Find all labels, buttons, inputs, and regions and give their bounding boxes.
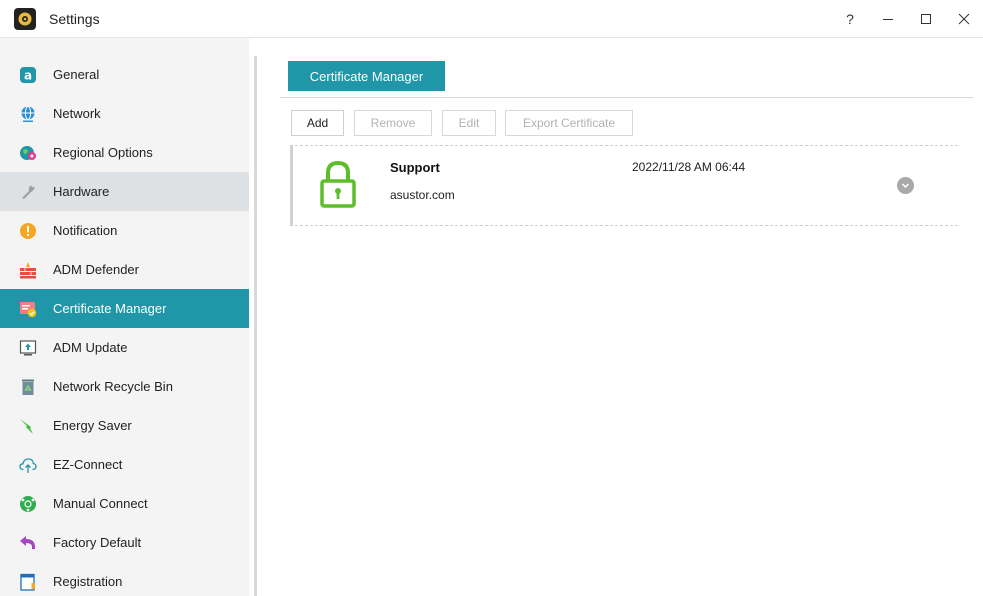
maximize-button[interactable] [907,4,945,34]
sidebar-item-label: Factory Default [53,535,142,550]
sidebar-item-label: Notification [53,223,118,238]
export-certificate-button[interactable]: Export Certificate [505,110,633,136]
sidebar-item-label: Energy Saver [53,418,132,433]
sidebar-item-regional-options[interactable]: Regional Options [0,133,249,172]
row-accent-bar [290,146,293,225]
sidebar-item-factory-default[interactable]: Factory Default [0,523,249,562]
sidebar-item-ez-connect[interactable]: EZ-Connect [0,445,249,484]
close-button[interactable] [945,4,983,34]
svg-text:a: a [24,68,32,82]
remove-button[interactable]: Remove [354,110,432,136]
add-button[interactable]: Add [291,110,344,136]
certificate-domain: asustor.com [390,188,455,202]
wrench-icon [19,183,37,201]
globe-icon [19,105,37,123]
sidebar-scrollbar[interactable] [254,56,257,596]
connect-icon [19,495,37,513]
tab-underline [280,97,973,98]
sidebar-item-manual-connect[interactable]: Manual Connect [0,484,249,523]
window-controls: ? [831,0,983,38]
sidebar-item-label: ADM Defender [53,262,139,277]
maximize-icon [921,14,931,24]
sidebar-item-network-recycle-bin[interactable]: Network Recycle Bin [0,367,249,406]
chevron-down-icon [901,183,910,189]
settings-sidebar: a General Network Regional Options Hardw… [0,38,249,596]
sidebar-item-label: ADM Update [53,340,128,355]
sidebar-item-adm-defender[interactable]: ADM Defender [0,250,249,289]
edit-button[interactable]: Edit [442,110,496,136]
sidebar-item-hardware[interactable]: Hardware [0,172,249,211]
certificate-icon [19,300,37,318]
sidebar-item-label: Manual Connect [53,496,148,511]
sidebar-item-general[interactable]: a General [0,55,249,94]
expand-button[interactable] [897,177,914,194]
exclamation-icon [19,222,37,240]
certificate-date: 2022/11/28 AM 06:44 [632,160,746,174]
close-icon [958,13,970,25]
regional-globe-icon [19,144,37,162]
undo-arrow-icon [19,534,37,552]
sidebar-item-label: General [53,67,100,82]
help-icon: ? [846,11,854,27]
sidebar-item-registration[interactable]: Registration [0,562,249,596]
title-bar: Settings ? [0,0,983,38]
lock-icon [320,160,356,211]
window-title: Settings [49,10,100,27]
sidebar-item-label: Regional Options [53,145,153,160]
sidebar-item-label: EZ-Connect [53,457,123,472]
sidebar-item-notification[interactable]: Notification [0,211,249,250]
sidebar-item-label: Registration [53,574,123,589]
energy-icon [19,417,37,435]
settings-app-icon [14,7,36,30]
sidebar-item-label: Network Recycle Bin [53,379,173,394]
sidebar-item-label: Certificate Manager [53,301,167,316]
sidebar-item-label: Network [53,106,101,121]
sidebar-item-network[interactable]: Network [0,94,249,133]
certificate-name: Support [390,160,440,175]
sidebar-item-label: Hardware [53,184,110,199]
minimize-button[interactable] [869,4,907,34]
cloud-upload-icon [19,456,37,474]
firewall-icon [19,261,37,279]
general-icon: a [19,66,37,84]
recycle-bin-icon [19,378,37,396]
certificate-list-item[interactable]: Support asustor.com 2022/11/28 AM 06:44 [290,145,958,226]
tab-certificate-manager[interactable]: Certificate Manager [288,61,445,91]
minimize-icon [883,19,893,20]
registration-icon [19,573,37,591]
sidebar-item-certificate-manager[interactable]: Certificate Manager [0,289,249,328]
sidebar-item-adm-update[interactable]: ADM Update [0,328,249,367]
help-button[interactable]: ? [831,4,869,34]
update-icon [19,339,37,357]
sidebar-item-energy-saver[interactable]: Energy Saver [0,406,249,445]
